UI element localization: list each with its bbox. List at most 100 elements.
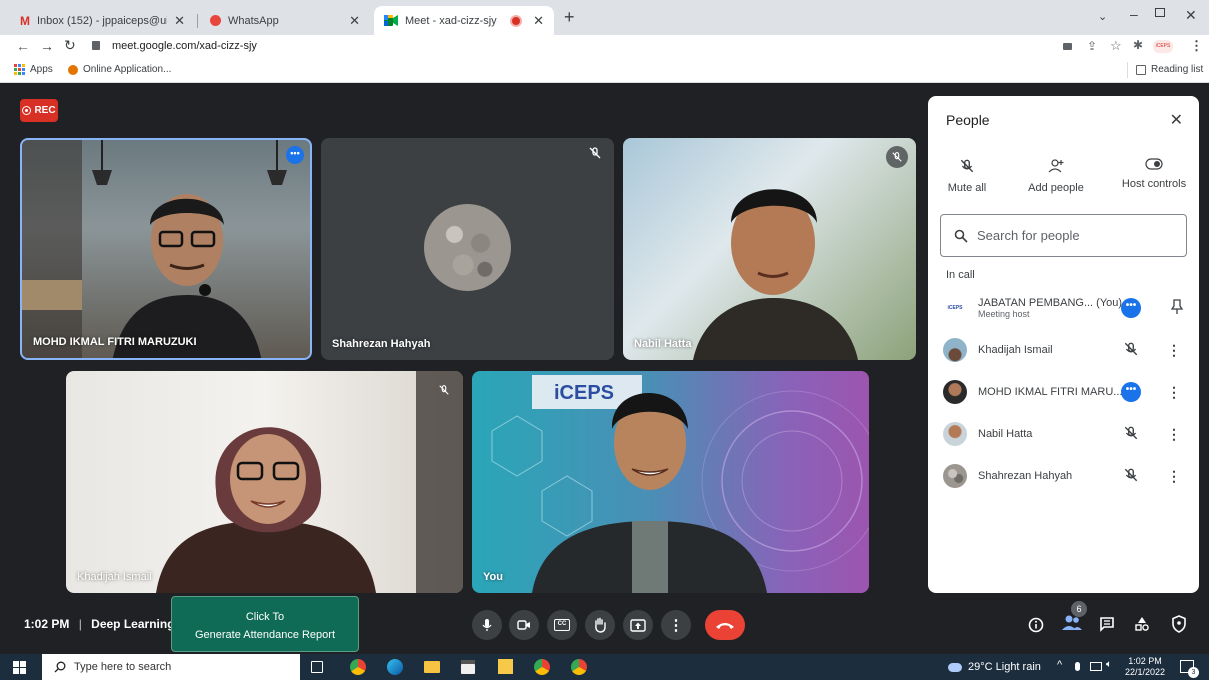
- camera-button[interactable]: [509, 610, 539, 640]
- clock[interactable]: 1:02 PM 22/1/2022: [1125, 656, 1165, 678]
- video-tile-khadijah[interactable]: Khadijah Ismail: [66, 371, 463, 593]
- chat-icon[interactable]: [1099, 616, 1115, 632]
- lock-icon[interactable]: [92, 41, 100, 50]
- video-tile-you[interactable]: iCEPS You: [472, 371, 869, 593]
- closed-captions-icon: CC: [554, 619, 570, 631]
- browser-menu-icon[interactable]: ⋮: [1190, 38, 1203, 54]
- pin-icon[interactable]: [1171, 299, 1183, 315]
- people-button[interactable]: 6: [1061, 601, 1087, 631]
- participant-name: Khadijah Ismail: [978, 344, 1053, 356]
- bookmark-star-icon[interactable]: ☆: [1110, 38, 1122, 54]
- sticky-notes-icon[interactable]: [498, 659, 513, 674]
- participant-row[interactable]: Khadijah Ismail ⋮: [928, 330, 1199, 370]
- video-tile-nabil[interactable]: Nabil Hatta: [623, 138, 916, 360]
- store-app-icon[interactable]: [461, 660, 475, 674]
- forward-icon[interactable]: →: [40, 38, 54, 54]
- meeting-title: Deep Learning: [91, 617, 175, 631]
- close-window-button[interactable]: ✕: [1185, 7, 1197, 24]
- mute-all-button[interactable]: Mute all: [942, 158, 992, 194]
- reading-list-icon: [1136, 64, 1146, 75]
- leave-call-button[interactable]: [705, 610, 745, 640]
- participant-avatar: iCEPS: [943, 296, 967, 320]
- task-view-icon[interactable]: [311, 661, 323, 673]
- participant-row[interactable]: iCEPS JABATAN PEMBANG... (You) Meeting h…: [928, 288, 1199, 328]
- microphone-button[interactable]: [472, 610, 502, 640]
- chrome-profile-app-icon[interactable]: [534, 659, 550, 675]
- recording-badge: REC: [20, 99, 58, 122]
- tab-whatsapp[interactable]: WhatsApp ✕: [200, 6, 370, 35]
- more-options-icon[interactable]: •••: [1121, 382, 1141, 402]
- participant-name: Khadijah Ismail: [77, 571, 152, 583]
- profile-avatar[interactable]: iCEPS: [1153, 40, 1173, 53]
- mic-off-icon: [588, 146, 602, 160]
- windows-start-icon[interactable]: [13, 661, 26, 674]
- participant-avatar: [943, 464, 967, 488]
- host-controls-button[interactable]: Host controls: [1118, 158, 1190, 190]
- tray-mic-icon[interactable]: [1075, 662, 1080, 671]
- meeting-info-icon[interactable]: [1028, 617, 1044, 633]
- chrome-app-icon[interactable]: [350, 659, 366, 675]
- people-panel-title: People: [946, 112, 990, 128]
- share-icon[interactable]: ⇪: [1087, 39, 1097, 53]
- participant-name: MOHD IKMAL FITRI MARU...: [978, 386, 1123, 398]
- participant-row[interactable]: Nabil Hatta ⋮: [928, 414, 1199, 454]
- generate-attendance-report-button[interactable]: Click To Generate Attendance Report: [171, 596, 359, 652]
- camera-icon[interactable]: [1063, 43, 1072, 50]
- more-options-icon[interactable]: •••: [286, 146, 304, 164]
- minimize-button[interactable]: –: [1130, 6, 1138, 22]
- mic-off-icon: [1123, 341, 1139, 357]
- taskbar-search-box[interactable]: Type here to search: [42, 654, 300, 680]
- tab-gmail[interactable]: M Inbox (152) - jppaiceps@uitm.ed ✕: [10, 6, 195, 35]
- participant-name: Nabil Hatta: [978, 428, 1033, 440]
- activities-icon[interactable]: [1134, 616, 1150, 632]
- address-toolbar: ← → ↻ meet.google.com/xad-cizz-sjy ⇪ ☆ ✱…: [0, 35, 1209, 58]
- search-people-field[interactable]: Search for people: [940, 214, 1187, 257]
- close-panel-icon[interactable]: ✕: [1170, 110, 1183, 130]
- notification-count-badge: 3: [1188, 667, 1199, 678]
- edge-app-icon[interactable]: [387, 659, 403, 675]
- video-tile-mohd-ikmal[interactable]: ••• MOHD IKMAL FITRI MARUZUKI: [20, 138, 312, 360]
- bookmark-online-application[interactable]: Online Application...: [68, 64, 171, 75]
- taskbar-search-placeholder: Type here to search: [74, 661, 172, 673]
- bookmark-label: Online Application...: [83, 64, 172, 75]
- network-icon[interactable]: [1090, 662, 1102, 671]
- captions-button[interactable]: CC: [547, 610, 577, 640]
- participant-count-badge: 6: [1071, 601, 1087, 617]
- tab-meet[interactable]: Meet - xad-cizz-sjy ✕: [374, 6, 554, 35]
- close-tab-icon[interactable]: ✕: [533, 13, 544, 29]
- present-screen-button[interactable]: [623, 610, 653, 640]
- mic-off-icon: [1123, 425, 1139, 441]
- add-people-button[interactable]: Add people: [1016, 158, 1096, 194]
- control-label: Host controls: [1121, 178, 1187, 190]
- bookmark-apps[interactable]: Apps: [14, 64, 53, 75]
- url-text[interactable]: meet.google.com/xad-cizz-sjy: [112, 40, 257, 52]
- more-options-button[interactable]: ⋮: [661, 610, 691, 640]
- reading-list-button[interactable]: Reading list: [1136, 64, 1203, 75]
- close-tab-icon[interactable]: ✕: [349, 13, 360, 29]
- tray-chevron-icon[interactable]: ^: [1057, 659, 1062, 671]
- extensions-icon[interactable]: ✱: [1133, 38, 1143, 52]
- raise-hand-icon: [593, 617, 607, 633]
- weather-widget[interactable]: 29°C Light rain: [948, 661, 1041, 673]
- reload-icon[interactable]: ↻: [64, 37, 76, 54]
- new-tab-button[interactable]: +: [564, 7, 575, 28]
- notifications-icon[interactable]: 3: [1180, 660, 1199, 678]
- participant-row[interactable]: MOHD IKMAL FITRI MARU... ••• ⋮: [928, 372, 1199, 412]
- restore-button[interactable]: [1155, 8, 1165, 17]
- participant-row[interactable]: Shahrezan Hahyah ⋮: [928, 456, 1199, 496]
- raise-hand-button[interactable]: [585, 610, 615, 640]
- tab-search-icon[interactable]: ⌄: [1098, 10, 1107, 23]
- more-vert-icon[interactable]: ⋮: [1167, 384, 1181, 401]
- close-tab-icon[interactable]: ✕: [174, 13, 185, 29]
- more-vert-icon[interactable]: ⋮: [1167, 426, 1181, 443]
- chrome-profile-app-icon-2[interactable]: [571, 659, 587, 675]
- volume-icon[interactable]: 🔈︎: [1106, 659, 1112, 670]
- back-icon[interactable]: ←: [16, 38, 30, 54]
- more-options-icon[interactable]: •••: [1121, 298, 1141, 318]
- recording-dot-icon: [512, 16, 521, 25]
- more-vert-icon[interactable]: ⋮: [1167, 342, 1181, 359]
- video-tile-shahrezan[interactable]: Shahrezan Hahyah: [321, 138, 614, 360]
- host-controls-shield-icon[interactable]: [1171, 615, 1187, 633]
- file-explorer-icon[interactable]: [424, 661, 440, 673]
- more-vert-icon[interactable]: ⋮: [1167, 468, 1181, 485]
